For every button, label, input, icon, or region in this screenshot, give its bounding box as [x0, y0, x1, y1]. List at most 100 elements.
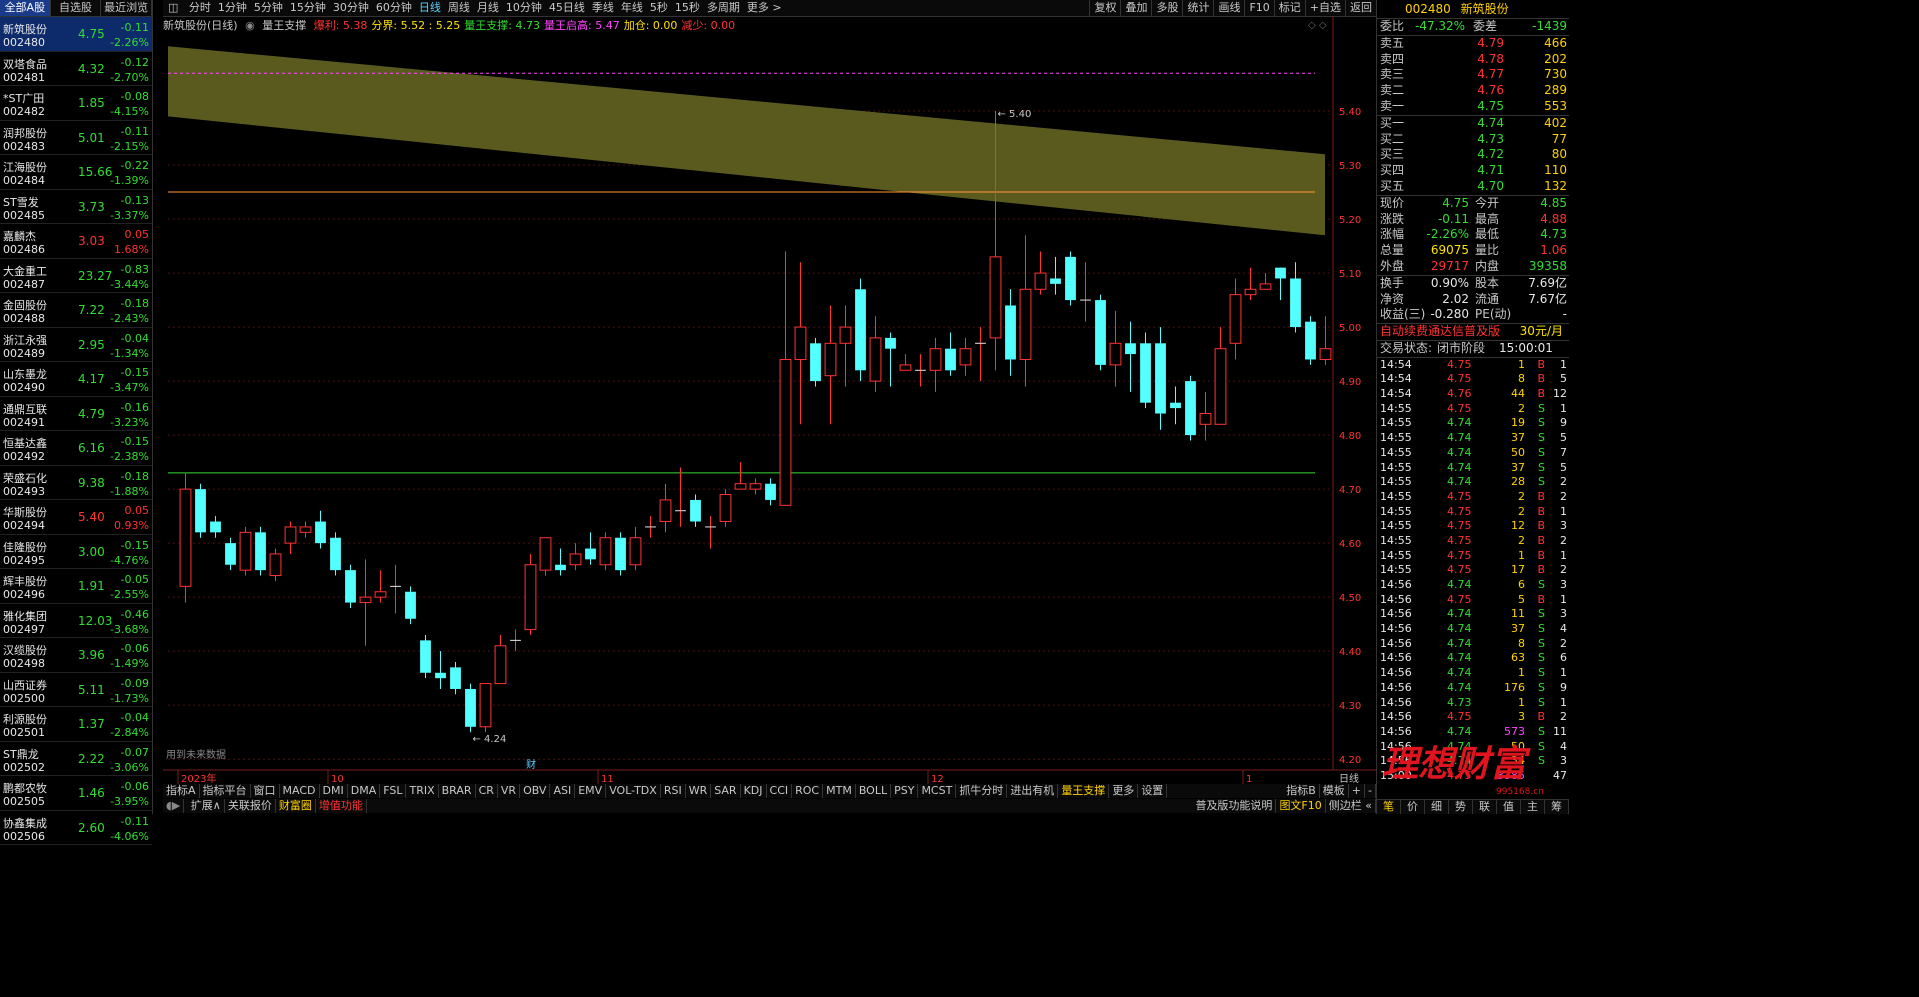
indicator-tab[interactable]: 更多	[1109, 784, 1139, 798]
quote-tab[interactable]: 筹	[1545, 800, 1569, 814]
indicator-tab[interactable]: DMA	[348, 784, 381, 798]
function-tab[interactable]: 关联报价	[225, 799, 276, 813]
indicator-tab[interactable]: RSI	[661, 784, 686, 798]
indicator-tab[interactable]: WR	[686, 784, 712, 798]
tab-watchlist[interactable]: 自选股	[51, 0, 102, 16]
indicator-right-tab[interactable]: +	[1349, 784, 1366, 798]
function-tab[interactable]: 扩展∧	[188, 799, 225, 813]
stock-row[interactable]: 辉丰股份 002496 1.91 -0.05 -2.55%	[0, 569, 152, 604]
stock-row[interactable]: 嘉麟杰 002486 3.03 0.05 1.68%	[0, 224, 152, 259]
indicator-tab[interactable]: CCI	[767, 784, 793, 798]
quote-tab[interactable]: 值	[1497, 800, 1521, 814]
tick-list[interactable]: 14:54 4.75 1 B 1 14:54 4.75 8 B 5 14:54 4.76 44 B 12 14…	[1377, 358, 1569, 784]
period-16[interactable]: 更多 >	[747, 0, 782, 16]
indicator-tab[interactable]: MCST	[918, 784, 957, 798]
toolbar-button-1[interactable]: 叠加	[1120, 0, 1151, 16]
quote-tab[interactable]: 联	[1473, 800, 1497, 814]
buy-row[interactable]: 买四 4.71 110	[1377, 163, 1569, 179]
stock-row[interactable]: 恒基达鑫 002492 6.16 -0.15 -2.38%	[0, 431, 152, 466]
stock-row[interactable]: 协鑫集成 002506 2.60 -0.11 -4.06%	[0, 811, 152, 845]
stock-row[interactable]: 鹏都农牧 002505 1.46 -0.06 -3.95%	[0, 776, 152, 811]
sell-row[interactable]: 卖一 4.75 553	[1377, 99, 1569, 115]
indicator-tab[interactable]: PSY	[891, 784, 919, 798]
promo-row[interactable]: 自动续费通达信普及版 30元/月	[1377, 324, 1569, 341]
indicator-tab[interactable]: DMI	[320, 784, 348, 798]
period-14[interactable]: 15秒	[675, 0, 700, 16]
indicator-tab[interactable]: VOL-TDX	[606, 784, 661, 798]
period-10[interactable]: 45日线	[549, 0, 585, 16]
function-tab[interactable]: 增值功能	[316, 799, 367, 813]
stock-row[interactable]: 浙江永强 002489 2.95 -0.04 -1.34%	[0, 328, 152, 362]
period-13[interactable]: 5秒	[650, 0, 668, 16]
tab-all-a-shares[interactable]: 全部A股	[0, 0, 51, 16]
stock-row[interactable]: 汉缆股份 002498 3.96 -0.06 -1.49%	[0, 638, 152, 673]
stock-row[interactable]: 山西证券 002500 5.11 -0.09 -1.73%	[0, 673, 152, 707]
kline-chart[interactable]: 5.40 5.30 5.20 5.10 5.00 4.90 4.80 4.70 4.60 4.50…	[163, 16, 1376, 786]
period-15[interactable]: 多周期	[707, 0, 740, 16]
quote-tab[interactable]: 势	[1449, 800, 1473, 814]
stock-row[interactable]: 通鼎互联 002491 4.79 -0.16 -3.23%	[0, 397, 152, 431]
toolbar-button-6[interactable]: 标记	[1273, 0, 1305, 16]
indicator-tab[interactable]: BOLL	[856, 784, 892, 798]
buy-row[interactable]: 买三 4.72 80	[1377, 147, 1569, 163]
diamond-icon[interactable]: ◇ ◇	[1308, 20, 1327, 31]
indicator-tab[interactable]: ASI	[550, 784, 576, 798]
indicator-tab[interactable]: 指标平台	[200, 784, 251, 798]
stock-row[interactable]: ST雪发 002485 3.73 -0.13 -3.37%	[0, 190, 152, 224]
indicator-tab[interactable]: MTM	[823, 784, 856, 798]
stock-row[interactable]: *ST广田 002482 1.85 -0.08 -4.15%	[0, 86, 152, 121]
buy-row[interactable]: 买一 4.74 402	[1377, 116, 1569, 132]
stock-row[interactable]: 佳隆股份 002495 3.00 -0.15 -4.76%	[0, 535, 152, 569]
buy-row[interactable]: 买二 4.73 77	[1377, 132, 1569, 148]
quote-tab[interactable]: 价	[1401, 800, 1425, 814]
period-4[interactable]: 30分钟	[333, 0, 369, 16]
buy-row[interactable]: 买五 4.70 132	[1377, 179, 1569, 195]
stock-row[interactable]: 江海股份 002484 15.66 -0.22 -1.39%	[0, 155, 152, 190]
indicator-tab[interactable]: 窗口	[251, 784, 280, 798]
tab-recent[interactable]: 最近浏览	[101, 0, 153, 16]
indicator-tab[interactable]: 量王支撑	[1058, 784, 1110, 798]
stock-row[interactable]: 双塔食品 002481 4.32 -0.12 -2.70%	[0, 52, 152, 86]
function-right-tab[interactable]: 普及版功能说明	[1192, 799, 1277, 813]
toolbar-button-0[interactable]: 复权	[1089, 0, 1120, 16]
indicator-tab[interactable]: 进出有机	[1007, 784, 1059, 798]
sidebar-toggle-icon[interactable]: ◫	[168, 0, 178, 16]
indicator-tab[interactable]: KDJ	[741, 784, 767, 798]
toggle-switch-icon[interactable]: ◖▶	[163, 799, 185, 813]
indicator-tab[interactable]: SAR	[711, 784, 741, 798]
indicator-tab[interactable]: ROC	[792, 784, 824, 798]
stock-row[interactable]: 利源股份 002501 1.37 -0.04 -2.84%	[0, 707, 152, 742]
quote-tab[interactable]: 笔	[1377, 800, 1401, 814]
stock-row[interactable]: 华斯股份 002494 5.40 0.05 0.93%	[0, 500, 152, 535]
indicator-tab[interactable]: EMV	[575, 784, 607, 798]
indicator-tab[interactable]: MACD	[280, 784, 320, 798]
indicator-right-tab[interactable]: 模板	[1320, 784, 1349, 798]
sell-row[interactable]: 卖五 4.79 466	[1377, 36, 1569, 52]
toolbar-button-3[interactable]: 统计	[1182, 0, 1213, 16]
period-12[interactable]: 年线	[621, 0, 643, 16]
quote-tab[interactable]: 主	[1521, 800, 1545, 814]
period-0[interactable]: 分时	[189, 0, 211, 16]
indicator-right-tab[interactable]: 指标B	[1283, 784, 1320, 798]
quote-tab[interactable]: 细	[1425, 800, 1449, 814]
promo-text[interactable]: 自动续费通达信普及版	[1380, 324, 1500, 340]
toolbar-button-5[interactable]: F10	[1244, 0, 1273, 16]
stock-row[interactable]: 大金重工 002487 23.27 -0.83 -3.44%	[0, 259, 152, 293]
period-2[interactable]: 5分钟	[254, 0, 283, 16]
stock-row[interactable]: 山东墨龙 002490 4.17 -0.15 -3.47%	[0, 362, 152, 397]
period-8[interactable]: 月线	[477, 0, 499, 16]
period-3[interactable]: 15分钟	[290, 0, 326, 16]
sell-row[interactable]: 卖二 4.76 289	[1377, 83, 1569, 99]
indicator-right-tab[interactable]: -	[1365, 784, 1376, 798]
stock-row[interactable]: ST鼎龙 002502 2.22 -0.07 -3.06%	[0, 742, 152, 776]
period-1[interactable]: 1分钟	[218, 0, 247, 16]
stock-row[interactable]: 新筑股份 002480 4.75 -0.11 -2.26%	[0, 17, 152, 52]
indicator-tab[interactable]: CR	[476, 784, 498, 798]
stock-row[interactable]: 荣盛石化 002493 9.38 -0.18 -1.88%	[0, 466, 152, 500]
period-5[interactable]: 60分钟	[376, 0, 412, 16]
indicator-tab[interactable]: VR	[498, 784, 521, 798]
stock-row[interactable]: 润邦股份 002483 5.01 -0.11 -2.15%	[0, 121, 152, 155]
period-11[interactable]: 季线	[592, 0, 614, 16]
indicator-tab[interactable]: 设置	[1138, 784, 1168, 798]
indicator-tab[interactable]: OBV	[520, 784, 551, 798]
